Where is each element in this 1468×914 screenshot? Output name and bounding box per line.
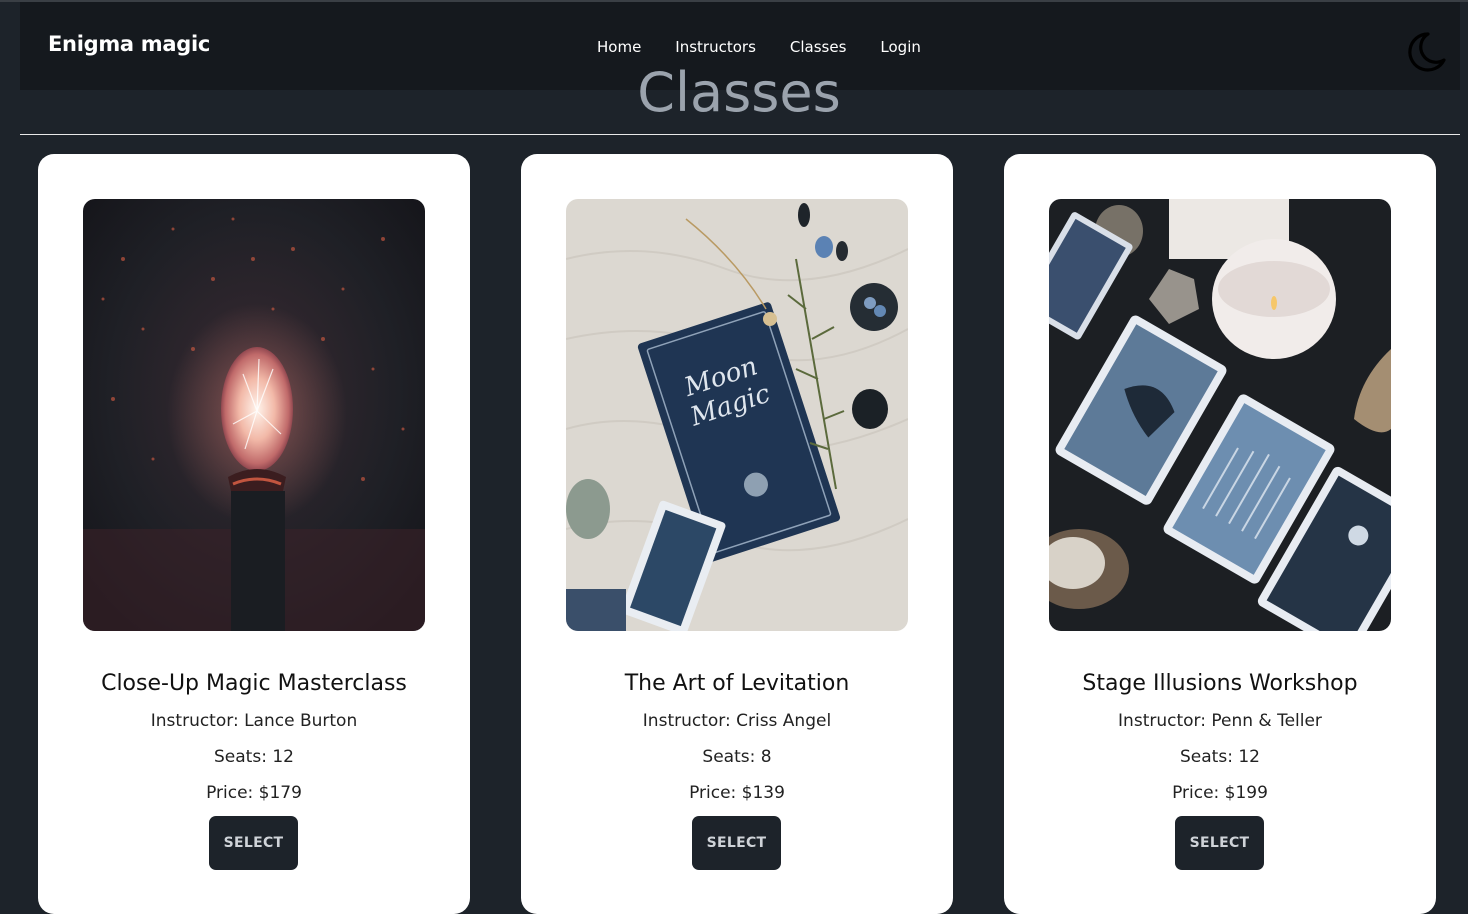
class-seats: Seats: 8 <box>702 747 772 767</box>
class-image <box>1049 199 1391 631</box>
class-title: Stage Illusions Workshop <box>1082 671 1358 696</box>
class-seats: Seats: 12 <box>1180 747 1260 767</box>
divider <box>20 134 1460 135</box>
class-price: Price: $139 <box>689 783 785 803</box>
select-button[interactable]: SELECT <box>1175 816 1264 870</box>
class-card-close-up-magic: Close-Up Magic Masterclass Instructor: L… <box>38 154 470 914</box>
class-image <box>83 199 425 631</box>
select-button[interactable]: SELECT <box>209 816 298 870</box>
nav-menu: Home Instructors Classes Login <box>580 37 938 57</box>
nav-link-login[interactable]: Login <box>863 37 937 57</box>
class-card-art-of-levitation: Moon Magic The Art of Levitation Instruc… <box>521 154 953 914</box>
nav-link-instructors[interactable]: Instructors <box>658 37 773 57</box>
nav-link-home[interactable]: Home <box>580 37 658 57</box>
tarot-cards-candle-image <box>1049 199 1391 631</box>
class-title: Close-Up Magic Masterclass <box>101 671 407 696</box>
moon-magic-book-image: Moon Magic <box>566 199 908 631</box>
nav-link-classes[interactable]: Classes <box>773 37 864 57</box>
class-price: Price: $179 <box>206 783 302 803</box>
class-seats: Seats: 12 <box>214 747 294 767</box>
brand-logo[interactable]: Enigma magic <box>48 32 210 56</box>
class-image: Moon Magic <box>566 199 908 631</box>
plasma-ball-image <box>83 199 425 631</box>
class-price: Price: $199 <box>1172 783 1268 803</box>
page-title: Classes <box>637 61 841 124</box>
class-instructor: Instructor: Penn & Teller <box>1118 711 1322 731</box>
class-title: The Art of Levitation <box>624 671 850 696</box>
class-card-stage-illusions: Stage Illusions Workshop Instructor: Pen… <box>1004 154 1436 914</box>
class-instructor: Instructor: Criss Angel <box>642 711 832 731</box>
select-button[interactable]: SELECT <box>692 816 781 870</box>
class-instructor: Instructor: Lance Burton <box>150 711 358 731</box>
